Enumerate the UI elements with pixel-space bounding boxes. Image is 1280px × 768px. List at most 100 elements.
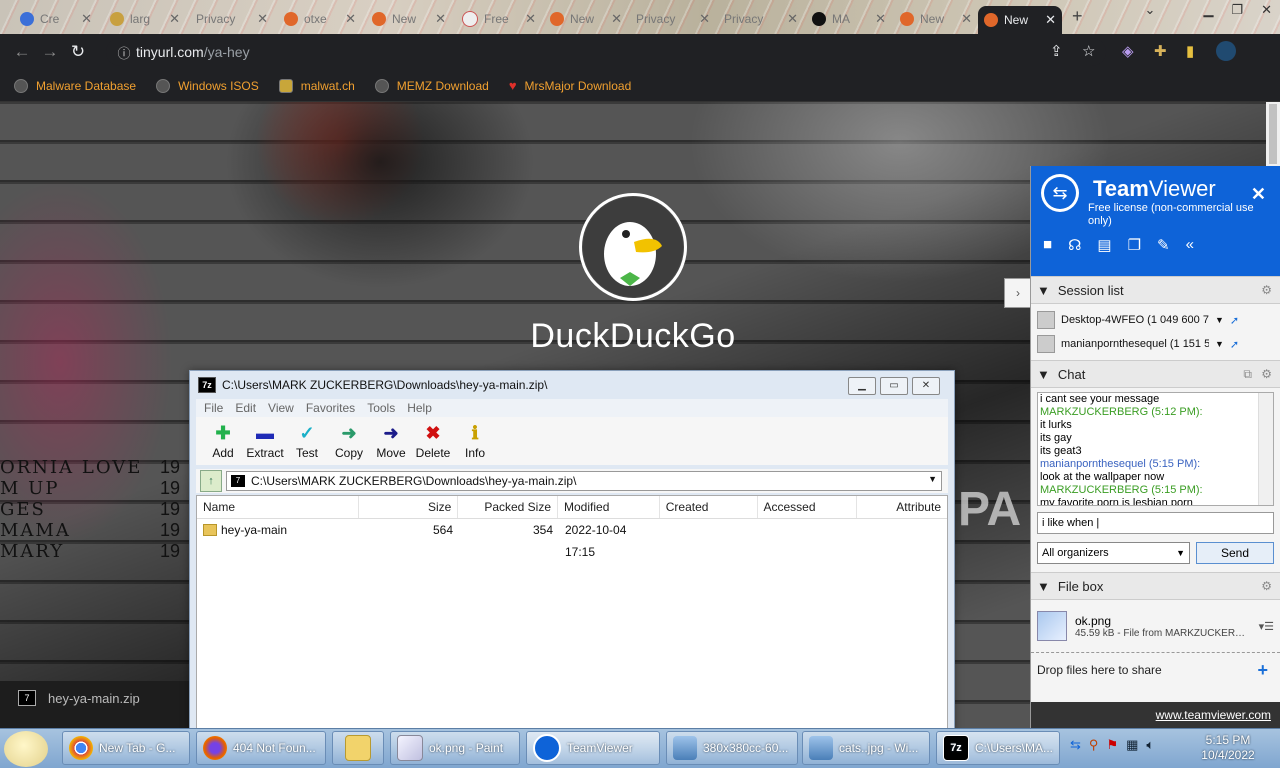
menu-edit[interactable]: Edit [235, 401, 256, 415]
session-list-header[interactable]: ▼ Session list ⚙ [1031, 276, 1280, 304]
close-icon[interactable]: ✕ [1261, 2, 1272, 18]
close-icon[interactable]: ✕ [699, 11, 710, 27]
menu-tools[interactable]: Tools [367, 401, 395, 415]
column-packed[interactable]: Packed Size [458, 496, 559, 518]
menu-view[interactable]: View [268, 401, 294, 415]
minimize-icon[interactable]: ▁ [1203, 2, 1213, 18]
video-icon[interactable]: ■ [1043, 236, 1052, 254]
new-tab-icon[interactable]: + [1072, 6, 1083, 27]
clock[interactable]: 5:15 PM 10/4/2022 [1198, 733, 1258, 763]
taskbar-item[interactable]: ok.png - Paint [390, 731, 520, 765]
session-item[interactable]: manianpornthesequel (1 151 5 ▼ ➚ [1037, 332, 1274, 356]
browser-tab-active[interactable]: New ✕ [978, 6, 1062, 34]
drop-zone[interactable]: Drop files here to share + [1031, 652, 1280, 687]
search-icon[interactable]: ⚲ [1089, 737, 1099, 753]
reload-icon[interactable]: ↻ [64, 42, 92, 62]
forward-icon[interactable]: → [36, 42, 64, 62]
info-button[interactable]: ℹ Info [454, 417, 496, 465]
browser-tab[interactable]: Cre ✕ [14, 6, 98, 32]
network-icon[interactable]: ▦ [1126, 737, 1138, 753]
column-attribute[interactable]: Attribute [857, 496, 947, 518]
table-row[interactable]: hey-ya-main 564 354 2022-10-04 17:15 [197, 519, 947, 559]
browser-tab[interactable]: Free ✕ [456, 6, 542, 32]
browser-tab[interactable]: New ✕ [544, 6, 628, 32]
close-icon[interactable]: ✕ [611, 11, 622, 27]
cursor-icon[interactable]: ➚ [1230, 314, 1239, 327]
close-icon[interactable]: ✕ [1045, 12, 1056, 28]
taskbar-item[interactable]: New Tab - G... [62, 731, 190, 765]
download-item[interactable]: 7 hey-ya-main.zip [18, 690, 140, 706]
taskbar-item[interactable] [332, 731, 384, 765]
bookmark-item[interactable]: Malware Database [14, 78, 136, 93]
chat-header[interactable]: ▼ Chat ⧉ ⚙ [1031, 360, 1280, 388]
browser-tab[interactable]: Privacy ✕ [718, 6, 804, 32]
close-icon[interactable]: ✕ [525, 11, 536, 27]
share-icon[interactable]: ⇪ [1050, 42, 1063, 60]
triangle-down-icon[interactable]: ▼ [1215, 315, 1224, 325]
close-icon[interactable]: ✕ [345, 11, 356, 27]
flag-icon[interactable]: ⚑ [1106, 737, 1118, 753]
chat-log[interactable]: i cant see your message MARKZUCKERBERG (… [1037, 392, 1274, 506]
puzzle-icon[interactable]: ✚ [1154, 42, 1167, 60]
extension-icon[interactable]: ◈ [1122, 42, 1134, 60]
headset-icon[interactable]: ☊ [1068, 236, 1081, 254]
sevenzip-titlebar[interactable]: 7z C:\Users\MARK ZUCKERBERG\Downloads\he… [190, 371, 954, 399]
chat-input[interactable]: i like when | [1037, 512, 1274, 534]
popout-icon[interactable]: ⧉ [1243, 367, 1252, 382]
close-icon[interactable]: ✕ [257, 11, 268, 27]
scrollbar-thumb[interactable] [1269, 104, 1277, 164]
chat-icon[interactable]: ▤ [1097, 236, 1111, 254]
minimize-icon[interactable]: ▁ [848, 377, 876, 395]
browser-tab[interactable]: New ✕ [366, 6, 452, 32]
duck-logo-icon[interactable] [579, 193, 687, 301]
plus-icon[interactable]: + [1257, 660, 1268, 681]
tools-icon[interactable]: ✎ [1157, 236, 1170, 254]
delete-button[interactable]: ✖ Delete [412, 417, 454, 465]
browser-tab[interactable]: otxe ✕ [278, 6, 362, 32]
bookmark-item[interactable]: MEMZ Download [374, 78, 489, 93]
send-button[interactable]: Send [1196, 542, 1274, 564]
move-button[interactable]: ➜ Move [370, 417, 412, 465]
bookmark-item[interactable]: Windows ISOS [156, 78, 259, 93]
address-bar[interactable]: ⓘ tinyurl.com/ya-hey [106, 38, 1106, 66]
menu-favorites[interactable]: Favorites [306, 401, 355, 415]
back-icon[interactable]: ← [8, 42, 36, 62]
filebox-header[interactable]: ▼ File box ⚙ [1031, 572, 1280, 600]
close-icon[interactable]: ✕ [787, 11, 798, 27]
close-icon[interactable]: ✕ [912, 377, 940, 395]
column-name[interactable]: Name [197, 496, 359, 518]
browser-tab[interactable]: New ✕ [894, 6, 978, 32]
close-icon[interactable]: ✕ [169, 11, 180, 27]
teamviewer-tray-icon[interactable]: ⇆ [1070, 737, 1081, 753]
browser-tab[interactable]: Privacy ✕ [190, 6, 274, 32]
close-icon[interactable]: ✕ [1251, 184, 1266, 205]
close-icon[interactable]: ✕ [435, 11, 446, 27]
gear-icon[interactable]: ⚙ [1261, 579, 1272, 593]
column-modified[interactable]: Modified [558, 496, 660, 518]
gear-icon[interactable]: ⚙ [1261, 367, 1272, 381]
triangle-down-icon[interactable]: ▼ [1215, 339, 1224, 349]
restore-icon[interactable]: ❐ [1231, 2, 1243, 18]
copy-button[interactable]: ➜ Copy [328, 417, 370, 465]
profile-avatar[interactable] [1216, 41, 1236, 61]
taskbar-item[interactable]: 380x380cc-60... [666, 731, 798, 765]
cursor-icon[interactable]: ➚ [1230, 338, 1239, 351]
column-created[interactable]: Created [660, 496, 758, 518]
files-icon[interactable]: ❐ [1128, 236, 1141, 254]
double-chevron-left-icon[interactable]: « [1186, 236, 1194, 254]
extract-button[interactable]: ▬ Extract [244, 417, 286, 465]
bookmark-item[interactable]: ♥ MrsMajor Download [509, 78, 631, 93]
session-item[interactable]: Desktop-4WFEO (1 049 600 75 ▼ ➚ [1037, 308, 1274, 332]
sidepanel-icon[interactable]: ▮ [1186, 42, 1194, 60]
column-size[interactable]: Size [359, 496, 459, 518]
browser-tab[interactable]: Privacy ✕ [630, 6, 716, 32]
taskbar-item[interactable]: 404 Not Foun... [196, 731, 326, 765]
close-icon[interactable]: ✕ [875, 11, 886, 27]
browser-tab[interactable]: larg ✕ [104, 6, 186, 32]
collapse-panel-button[interactable]: › [1004, 278, 1031, 308]
close-icon[interactable]: ✕ [961, 11, 972, 27]
maximize-icon[interactable]: ▭ [880, 377, 908, 395]
menu-help[interactable]: Help [407, 401, 432, 415]
menu-file[interactable]: File [204, 401, 223, 415]
gear-icon[interactable]: ⚙ [1261, 283, 1272, 297]
